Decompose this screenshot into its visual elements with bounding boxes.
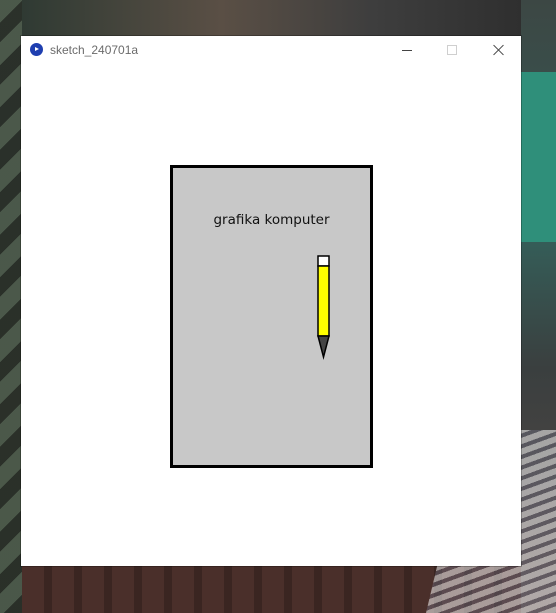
- pencil-eraser: [317, 255, 330, 267]
- sketch-canvas[interactable]: grafika komputer: [21, 64, 521, 566]
- pencil-tip: [317, 335, 330, 360]
- pencil-drawing: [317, 255, 330, 360]
- book-rectangle: grafika komputer: [170, 165, 373, 468]
- pencil-body: [317, 265, 330, 337]
- close-icon: [492, 44, 504, 56]
- maximize-icon: [447, 45, 457, 55]
- processing-app-icon: [30, 43, 43, 56]
- book-title-text: grafika komputer: [213, 212, 330, 228]
- minimize-icon: [402, 49, 412, 51]
- sketch-window: sketch_240701a grafika komputer: [21, 36, 521, 566]
- wallpaper-green-panel: [521, 72, 556, 242]
- wallpaper-top-strip: [22, 0, 521, 36]
- wallpaper-left-strip: [0, 0, 22, 613]
- title-bar[interactable]: sketch_240701a: [21, 36, 521, 64]
- close-button[interactable]: [475, 36, 521, 64]
- minimize-button[interactable]: [384, 36, 430, 64]
- window-title: sketch_240701a: [50, 43, 139, 57]
- maximize-button[interactable]: [429, 36, 475, 64]
